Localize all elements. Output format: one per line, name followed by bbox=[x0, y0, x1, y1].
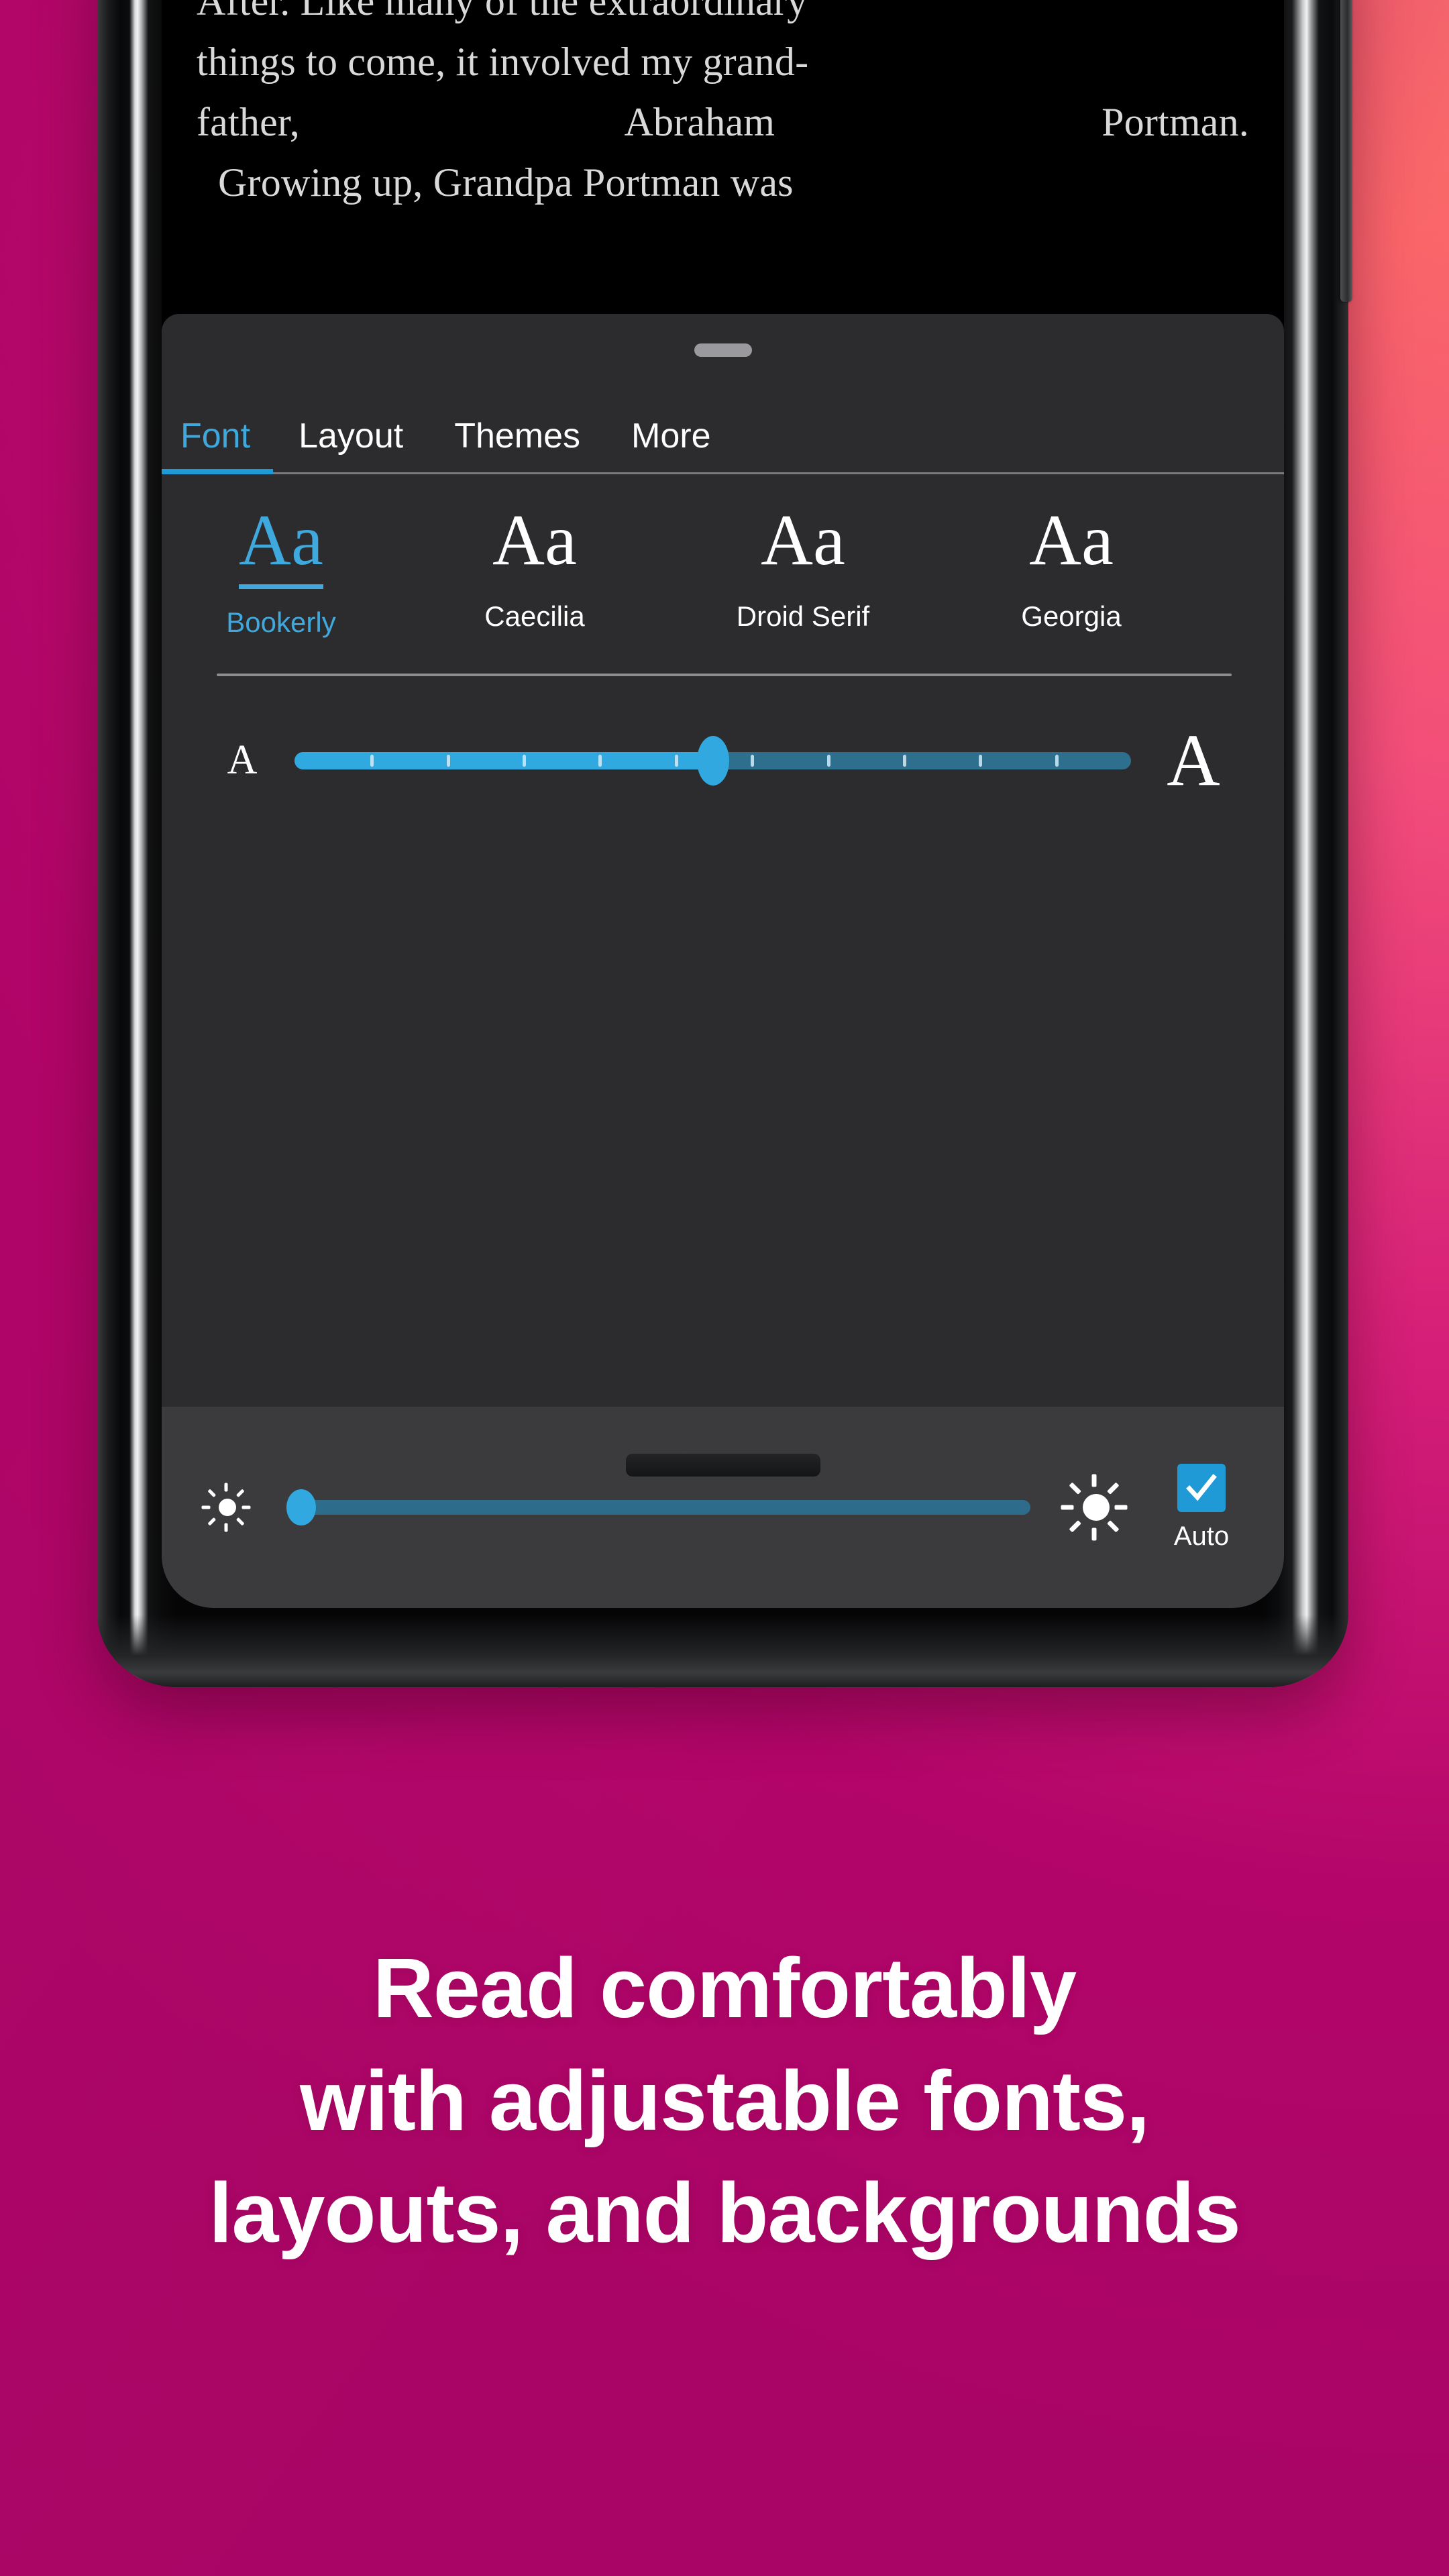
reader-line-4: father, Abraham Portman. bbox=[197, 100, 1249, 144]
font-chooser-row[interactable]: Aa Bookerly Aa Caecilia Aa Droid Serif A… bbox=[162, 474, 1284, 639]
reader-line-2: After. Like many of the extraordinary bbox=[197, 0, 808, 23]
phone-mockup: split my life into halves: Before and Af… bbox=[97, 0, 1352, 1687]
font-option-georgia[interactable]: Aa Georgia bbox=[937, 500, 1205, 633]
phone-screen: split my life into halves: Before and Af… bbox=[162, 0, 1284, 1608]
sheet-drag-handle[interactable] bbox=[694, 343, 752, 357]
font-name-georgia: Georgia bbox=[1021, 600, 1122, 633]
display-settings-sheet: Font Layout Themes More Aa Bookerly Aa C… bbox=[162, 314, 1284, 1608]
tab-font[interactable]: Font bbox=[162, 416, 274, 474]
caption-line-3: layouts, and backgrounds bbox=[209, 2165, 1240, 2261]
auto-brightness-control[interactable]: Auto bbox=[1151, 1463, 1252, 1552]
check-icon bbox=[1186, 1473, 1217, 1501]
font-option-bookerly[interactable]: Aa Bookerly bbox=[162, 503, 400, 639]
font-size-max-label: A bbox=[1167, 719, 1220, 802]
font-size-slider[interactable] bbox=[294, 735, 1131, 786]
auto-brightness-checkbox[interactable] bbox=[1177, 1463, 1226, 1512]
font-name-caecilia: Caecilia bbox=[484, 600, 585, 633]
tab-more[interactable]: More bbox=[606, 416, 736, 472]
auto-brightness-label: Auto bbox=[1173, 1521, 1230, 1551]
tab-layout[interactable]: Layout bbox=[273, 416, 429, 472]
power-button[interactable] bbox=[1340, 0, 1352, 302]
speaker-grille bbox=[625, 1454, 820, 1477]
reader-line-3: things to come, it involved my grand- bbox=[197, 40, 809, 84]
caption-line-2: with adjustable fonts, bbox=[299, 2053, 1150, 2148]
font-size-thumb[interactable] bbox=[696, 735, 729, 786]
font-sample-caecilia: Aa bbox=[492, 500, 577, 580]
marketing-caption: Read comfortably with adjustable fonts, … bbox=[0, 1932, 1449, 2269]
font-name-droid-serif: Droid Serif bbox=[736, 600, 870, 633]
font-option-droid-serif[interactable]: Aa Droid Serif bbox=[669, 500, 937, 633]
font-name-bookerly: Bookerly bbox=[226, 606, 336, 639]
brightness-bar: Auto bbox=[162, 1407, 1284, 1608]
caption-line-1: Read comfortably bbox=[372, 1941, 1077, 2035]
reader-text: split my life into halves: Before and Af… bbox=[162, 0, 1284, 322]
font-sample-georgia: Aa bbox=[1029, 500, 1114, 580]
font-size-row: A A bbox=[162, 676, 1284, 803]
reader-line-5: Growing up, Grandpa Portman was bbox=[218, 160, 794, 205]
font-sample-droid-serif: Aa bbox=[761, 500, 845, 580]
settings-tabs: Font Layout Themes More bbox=[162, 416, 1284, 474]
sun-large-icon bbox=[1059, 1470, 1134, 1545]
font-size-track[interactable] bbox=[294, 735, 1131, 786]
font-option-caecilia[interactable]: Aa Caecilia bbox=[400, 500, 669, 633]
brightness-slider[interactable] bbox=[286, 1487, 1030, 1527]
tab-themes[interactable]: Themes bbox=[429, 416, 606, 472]
brightness-track[interactable] bbox=[286, 1489, 1030, 1525]
sun-small-icon bbox=[199, 1479, 256, 1536]
font-sample-bookerly: Aa bbox=[239, 503, 323, 590]
brightness-thumb[interactable] bbox=[286, 1489, 317, 1525]
font-size-min-label: A bbox=[227, 737, 258, 784]
